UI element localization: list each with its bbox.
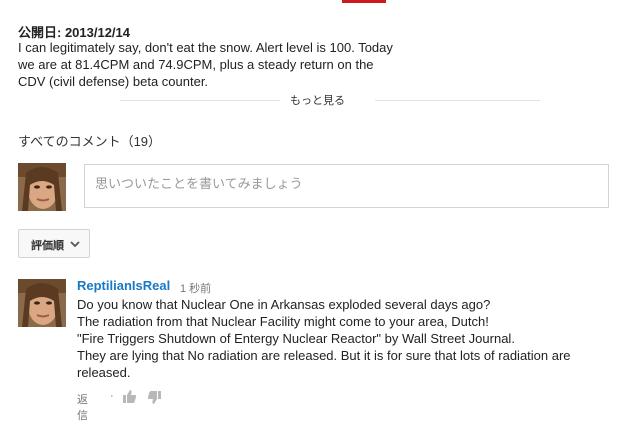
sort-comments-button[interactable]: 評価順	[18, 229, 90, 258]
description-line: CDV (civil defense) beta counter.	[18, 74, 209, 89]
comment-line: released.	[77, 365, 131, 380]
comment-timestamp[interactable]: 1 秒前	[180, 280, 211, 296]
current-user-avatar	[18, 163, 66, 211]
video-description: I can legitimately say, don't eat the sn…	[18, 39, 438, 90]
comment-line: They are lying that No radiation are rel…	[77, 348, 571, 363]
show-more-button[interactable]: もっと見る	[290, 92, 345, 108]
active-tab-indicator	[342, 0, 386, 3]
reply-button[interactable]: 返信	[77, 391, 88, 423]
separator: ·	[110, 390, 114, 402]
comments-count-header: すべてのコメント（19）	[18, 134, 162, 149]
divider	[120, 100, 280, 101]
show-more-row: もっと見る	[120, 92, 540, 108]
thumbs-down-icon[interactable]	[147, 390, 162, 408]
description-line: I can legitimately say, don't eat the sn…	[18, 40, 393, 55]
divider	[375, 100, 540, 101]
thumbs-up-icon[interactable]	[122, 389, 137, 407]
comment-author-link[interactable]: ReptilianIsReal	[77, 278, 170, 293]
comment-line: The radiation from that Nuclear Facility…	[77, 314, 489, 329]
chevron-down-icon	[70, 239, 80, 251]
commenter-avatar[interactable]	[18, 279, 66, 327]
comment-line: "Fire Triggers Shutdown of Entergy Nucle…	[77, 331, 515, 346]
comment-input[interactable]: 思いついたことを書いてみましょう	[84, 164, 609, 208]
sort-label: 評価順	[31, 240, 64, 252]
comment-text: Do you know that Nuclear One in Arkansas…	[77, 296, 597, 381]
description-line: we are at 81.4CPM and 74.9CPM, plus a st…	[18, 57, 374, 72]
comment-line: Do you know that Nuclear One in Arkansas…	[77, 297, 491, 312]
